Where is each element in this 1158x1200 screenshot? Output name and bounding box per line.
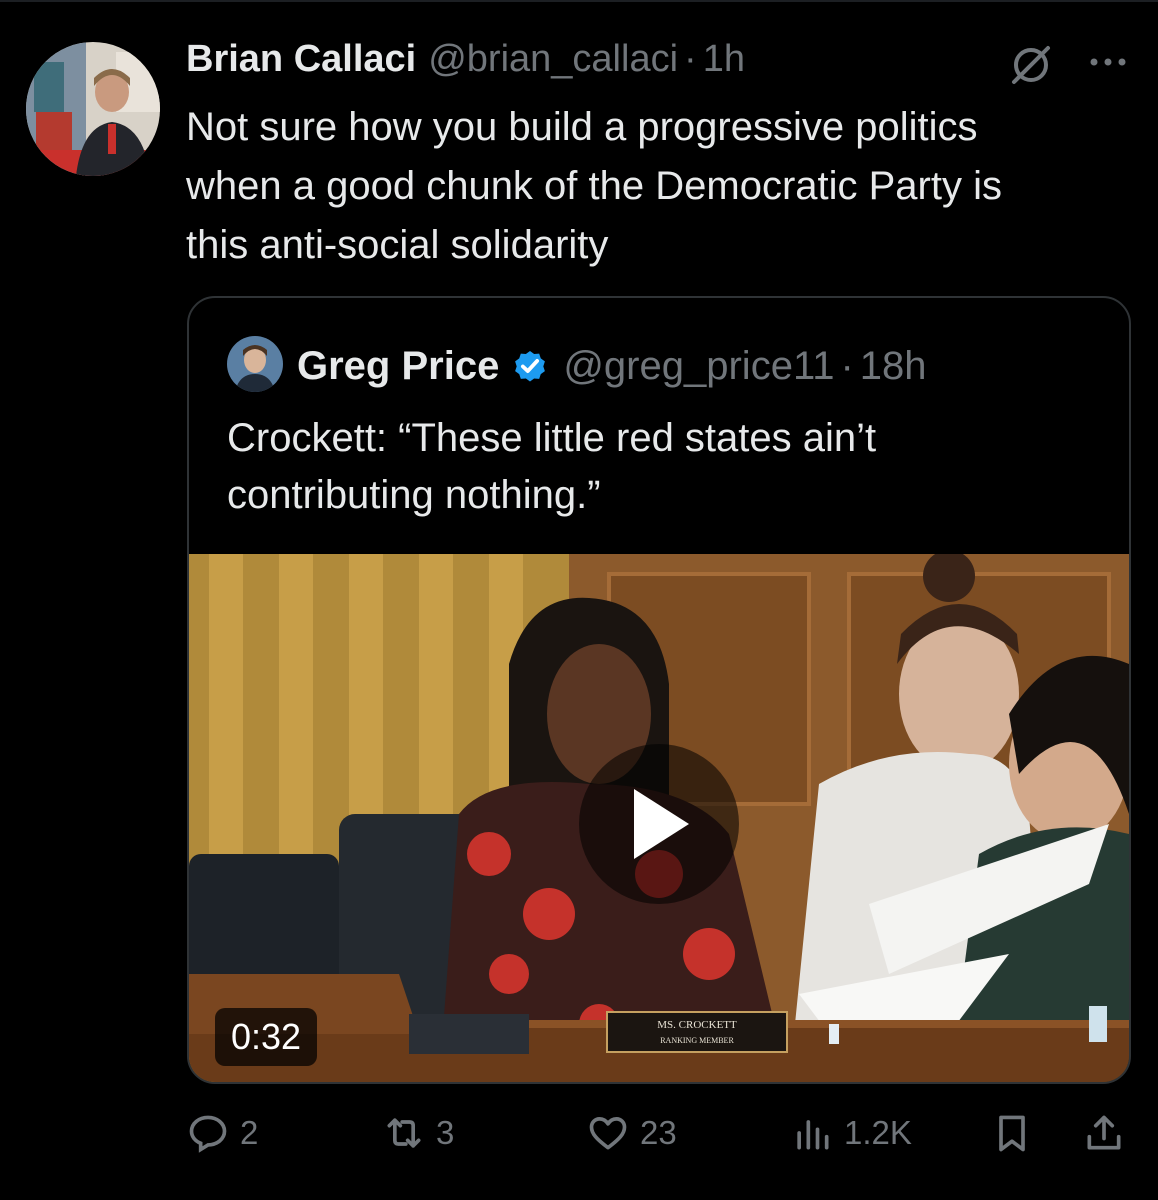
- reply-button[interactable]: 2: [186, 1108, 258, 1158]
- verified-badge-icon: [511, 347, 549, 385]
- action-bar: 2 3 23 1.2K: [186, 1108, 1132, 1158]
- tweet-text-line: Not sure how you build a progressive pol…: [186, 105, 978, 149]
- quoted-tweet[interactable]: Greg Price @greg_price11 · 18h Crockett:…: [187, 296, 1131, 1084]
- bookmark-icon: [999, 1115, 1025, 1152]
- repost-button[interactable]: 3: [382, 1108, 454, 1158]
- repost-count: 3: [436, 1114, 455, 1151]
- video-duration: 0:32: [215, 1008, 318, 1066]
- divider: [0, 0, 1158, 2]
- quote-avatar[interactable]: [227, 336, 283, 392]
- avatar[interactable]: [26, 42, 160, 176]
- bookmark-button[interactable]: [990, 1108, 1034, 1158]
- reply-icon: [189, 1115, 227, 1153]
- play-icon: [634, 789, 689, 859]
- like-button[interactable]: 23: [586, 1108, 677, 1158]
- more-icon[interactable]: [1086, 52, 1130, 72]
- share-icon: [1087, 1115, 1121, 1150]
- separator-dot: ·: [684, 38, 697, 80]
- nameplate-title: RANKING MEMBER: [660, 1036, 734, 1045]
- tweet-text-line: when a good chunk of the Democratic Part…: [186, 164, 1002, 208]
- grok-icon[interactable]: [1008, 42, 1054, 88]
- tweet-page: Brian Callaci @brian_callaci · 1h Not su…: [0, 0, 1158, 1200]
- timestamp[interactable]: 1h: [703, 38, 745, 81]
- heart-icon: [589, 1117, 627, 1150]
- author-handle[interactable]: @brian_callaci: [428, 38, 678, 81]
- views-icon: [797, 1120, 829, 1150]
- views-button[interactable]: 1.2K: [790, 1108, 912, 1158]
- quote-author-name[interactable]: Greg Price: [297, 344, 499, 389]
- quote-timestamp[interactable]: 18h: [860, 344, 927, 389]
- quote-header: Greg Price @greg_price11 · 18h: [297, 338, 927, 394]
- tweet-header: Brian Callaci @brian_callaci · 1h: [186, 38, 745, 88]
- separator-dot: ·: [840, 343, 854, 388]
- quote-text-line: contributing nothing.”: [227, 473, 601, 517]
- nameplate-name: MS. CROCKETT: [657, 1019, 737, 1031]
- author-name[interactable]: Brian Callaci: [186, 38, 416, 81]
- quote-text: Crockett: “These little red states ain’t…: [227, 410, 1107, 524]
- repost-icon: [387, 1118, 421, 1148]
- views-count: 1.2K: [844, 1114, 912, 1151]
- share-button[interactable]: [1082, 1108, 1126, 1158]
- tweet-text-line: this anti-social solidarity: [186, 223, 609, 267]
- quote-author-handle[interactable]: @greg_price11: [563, 344, 834, 389]
- like-count: 23: [640, 1114, 677, 1151]
- quote-text-line: Crockett: “These little red states ain’t: [227, 416, 877, 460]
- reply-count: 2: [240, 1114, 259, 1151]
- play-button[interactable]: [579, 744, 739, 904]
- tweet-text: Not sure how you build a progressive pol…: [186, 98, 1136, 275]
- video-player[interactable]: MS. CROCKETT RANKING MEMBER 0:32: [189, 554, 1129, 1082]
